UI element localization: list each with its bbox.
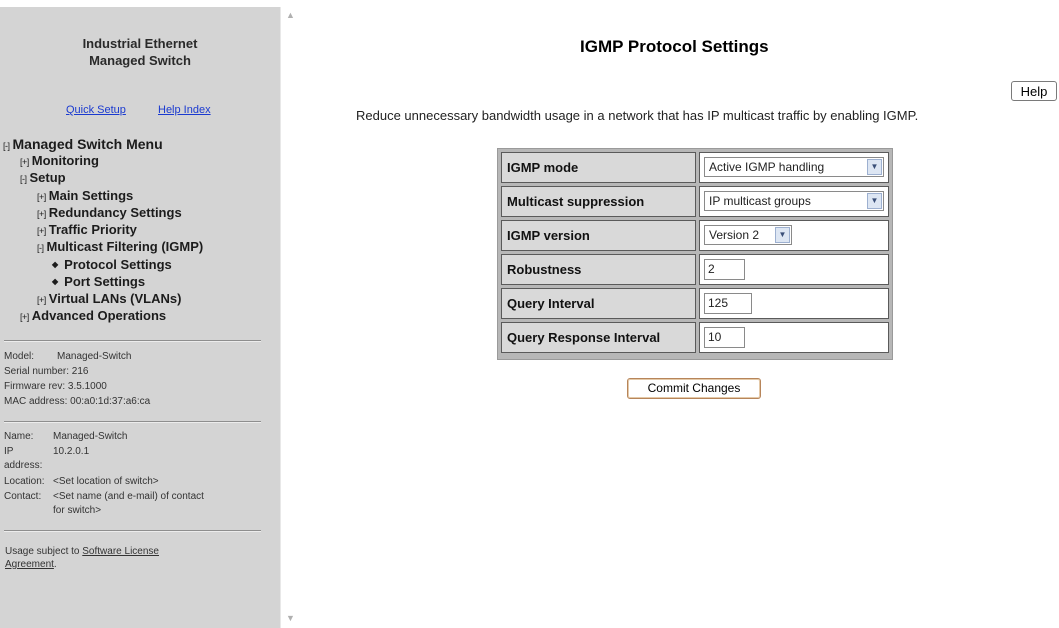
- chevron-down-icon[interactable]: ▼: [867, 159, 882, 175]
- collapse-icon: [-]: [37, 243, 44, 253]
- expand-icon: [+]: [20, 312, 29, 322]
- menu-item-label: Multicast Filtering (IGMP): [46, 239, 204, 254]
- firmware-rev: Firmware rev: 3.5.1000: [4, 381, 107, 392]
- query-response-interval-cell: 10: [699, 322, 889, 353]
- license-prefix: Usage subject to: [5, 546, 83, 557]
- expand-icon: [+]: [37, 192, 46, 202]
- license-notice: Usage subject to Software License Agreem…: [5, 545, 245, 571]
- commit-changes-button[interactable]: Commit Changes: [627, 378, 761, 399]
- mac-address: MAC address: 00:a0:1d:37:a6:ca: [4, 396, 151, 407]
- multicast-suppression-cell: IP multicast groups ▼: [699, 186, 889, 217]
- ip-label: IP: [4, 446, 14, 457]
- expand-icon: [+]: [37, 226, 46, 236]
- expand-icon: [+]: [37, 209, 46, 219]
- page-description: Reduce unnecessary bandwidth usage in a …: [356, 108, 919, 123]
- divider: [4, 530, 261, 532]
- scroll-down-icon[interactable]: ▼: [284, 612, 297, 624]
- divider: [4, 421, 261, 423]
- menu-item-port-settings[interactable]: ◆ Port Settings: [52, 274, 145, 289]
- menu-item-label: Port Settings: [64, 274, 146, 289]
- menu-item-label: Redundancy Settings: [48, 205, 182, 220]
- igmp-version-label: IGMP version: [501, 220, 696, 251]
- settings-table: IGMP mode Active IGMP handling ▼ Multica…: [497, 148, 893, 360]
- menu-item-redundancy-settings[interactable]: [+] Redundancy Settings: [37, 205, 182, 220]
- ip-label-cont: address:: [4, 460, 43, 471]
- model-label: Model:: [4, 351, 35, 362]
- help-button[interactable]: Help: [1011, 81, 1057, 101]
- robustness-cell: 2: [699, 254, 889, 285]
- contact-label: Contact:: [4, 491, 42, 502]
- menu-item-label: Monitoring: [31, 153, 99, 168]
- menu-item-label: Virtual LANs (VLANs): [48, 291, 182, 306]
- page-title: IGMP Protocol Settings: [580, 37, 769, 56]
- brand-line-1: Industrial Ethernet: [82, 36, 198, 51]
- sidebar: Industrial Ethernet Managed Switch Quick…: [0, 7, 280, 628]
- menu-item-label: Traffic Priority: [48, 222, 137, 237]
- menu-item-multicast-filtering[interactable]: [-] Multicast Filtering (IGMP): [37, 239, 203, 254]
- igmp-mode-value: Active IGMP handling: [709, 160, 825, 174]
- serial-number: Serial number: 216: [4, 366, 89, 377]
- query-interval-cell: 125: [699, 288, 889, 319]
- menu-item-virtual-lans[interactable]: [+] Virtual LANs (VLANs): [37, 291, 181, 306]
- igmp-version-cell: Version 2 ▼: [699, 220, 889, 251]
- quick-setup-link[interactable]: Quick Setup: [66, 104, 126, 116]
- menu-item-protocol-settings[interactable]: ◆ Protocol Settings: [52, 257, 172, 272]
- query-interval-label: Query Interval: [501, 288, 696, 319]
- divider: [4, 340, 261, 342]
- name-label: Name:: [4, 431, 34, 442]
- igmp-version-value: Version 2: [709, 228, 760, 242]
- sidebar-scrollbar[interactable]: ▲ ▼: [280, 7, 298, 628]
- diamond-bullet-icon: ◆: [52, 277, 59, 286]
- model-value: Managed-Switch: [57, 351, 132, 362]
- igmp-version-select[interactable]: Version 2 ▼: [704, 225, 792, 245]
- query-response-interval-label: Query Response Interval: [501, 322, 696, 353]
- multicast-suppression-value: IP multicast groups: [709, 194, 811, 208]
- menu-item-main-settings[interactable]: [+] Main Settings: [37, 188, 133, 203]
- collapse-icon: [-]: [3, 141, 10, 151]
- chevron-down-icon[interactable]: ▼: [775, 227, 790, 243]
- license-suffix: .: [53, 559, 57, 570]
- igmp-mode-cell: Active IGMP handling ▼: [699, 152, 889, 183]
- location-label: Location:: [4, 476, 45, 487]
- help-index-link[interactable]: Help Index: [158, 104, 211, 116]
- menu-item-label: Protocol Settings: [64, 257, 172, 272]
- menu-item-monitoring[interactable]: [+] Monitoring: [20, 153, 99, 168]
- menu-item-setup[interactable]: [-] Setup: [20, 170, 66, 185]
- robustness-label: Robustness: [501, 254, 696, 285]
- menu-item-label: Setup: [29, 170, 66, 185]
- menu-item-label: Advanced Operations: [31, 308, 167, 323]
- ip-address-value: 10.2.0.1: [53, 446, 90, 457]
- location-value: <Set location of switch>: [53, 476, 159, 487]
- igmp-mode-label: IGMP mode: [501, 152, 696, 183]
- expand-icon: [+]: [20, 157, 29, 167]
- query-response-interval-input[interactable]: 10: [704, 327, 745, 348]
- menu-item-managed-switch[interactable]: [-] Managed Switch Menu: [3, 136, 163, 152]
- menu-item-label: Main Settings: [48, 188, 134, 203]
- menu-item-traffic-priority[interactable]: [+] Traffic Priority: [37, 222, 137, 237]
- scroll-up-icon[interactable]: ▲: [284, 9, 297, 21]
- expand-icon: [+]: [37, 295, 46, 305]
- igmp-mode-select[interactable]: Active IGMP handling ▼: [704, 157, 884, 177]
- name-value: Managed-Switch: [53, 431, 128, 442]
- contact-value-cont: for switch>: [53, 505, 102, 516]
- contact-value: <Set name (and e-mail) of contact: [53, 491, 204, 502]
- multicast-suppression-select[interactable]: IP multicast groups ▼: [704, 191, 884, 211]
- brand-line-2: Managed Switch: [89, 53, 191, 68]
- diamond-bullet-icon: ◆: [52, 260, 59, 269]
- collapse-icon: [-]: [20, 174, 27, 184]
- chevron-down-icon[interactable]: ▼: [867, 193, 882, 209]
- multicast-suppression-label: Multicast suppression: [501, 186, 696, 217]
- menu-item-advanced-operations[interactable]: [+] Advanced Operations: [20, 308, 166, 323]
- query-interval-input[interactable]: 125: [704, 293, 752, 314]
- license-link[interactable]: Software License: [82, 546, 159, 557]
- license-link-cont[interactable]: Agreement: [5, 559, 54, 570]
- menu-item-label: Managed Switch Menu: [12, 136, 163, 152]
- robustness-input[interactable]: 2: [704, 259, 745, 280]
